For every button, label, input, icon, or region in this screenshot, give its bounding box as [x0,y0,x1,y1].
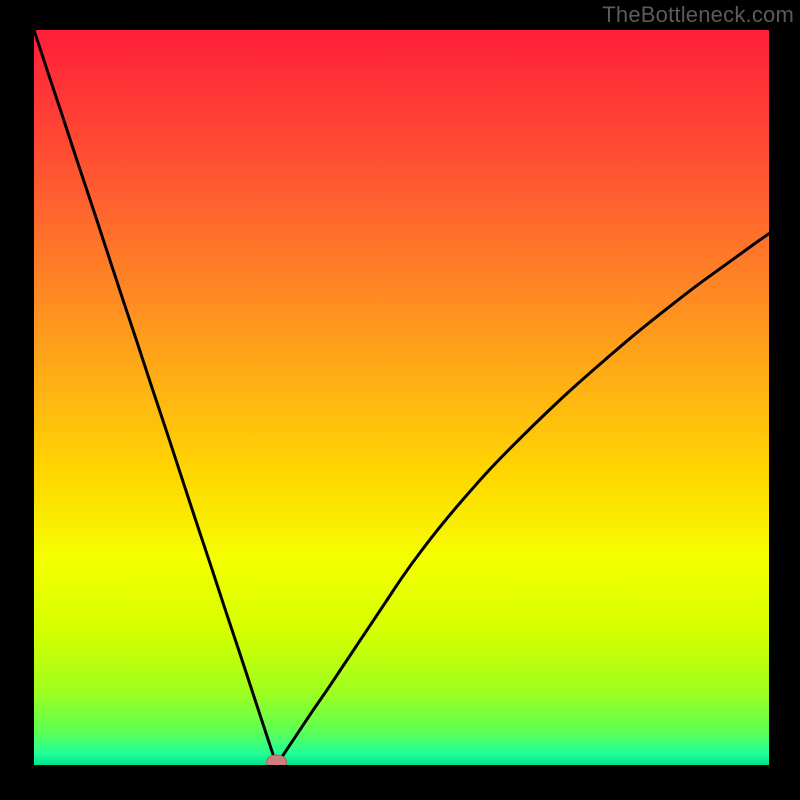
chart-frame: TheBottleneck.com [0,0,800,800]
bottleneck-curve-chart [34,30,769,765]
plot-area [34,30,769,765]
gradient-background [34,30,769,765]
minimum-marker [267,755,287,765]
watermark-text: TheBottleneck.com [602,2,794,28]
